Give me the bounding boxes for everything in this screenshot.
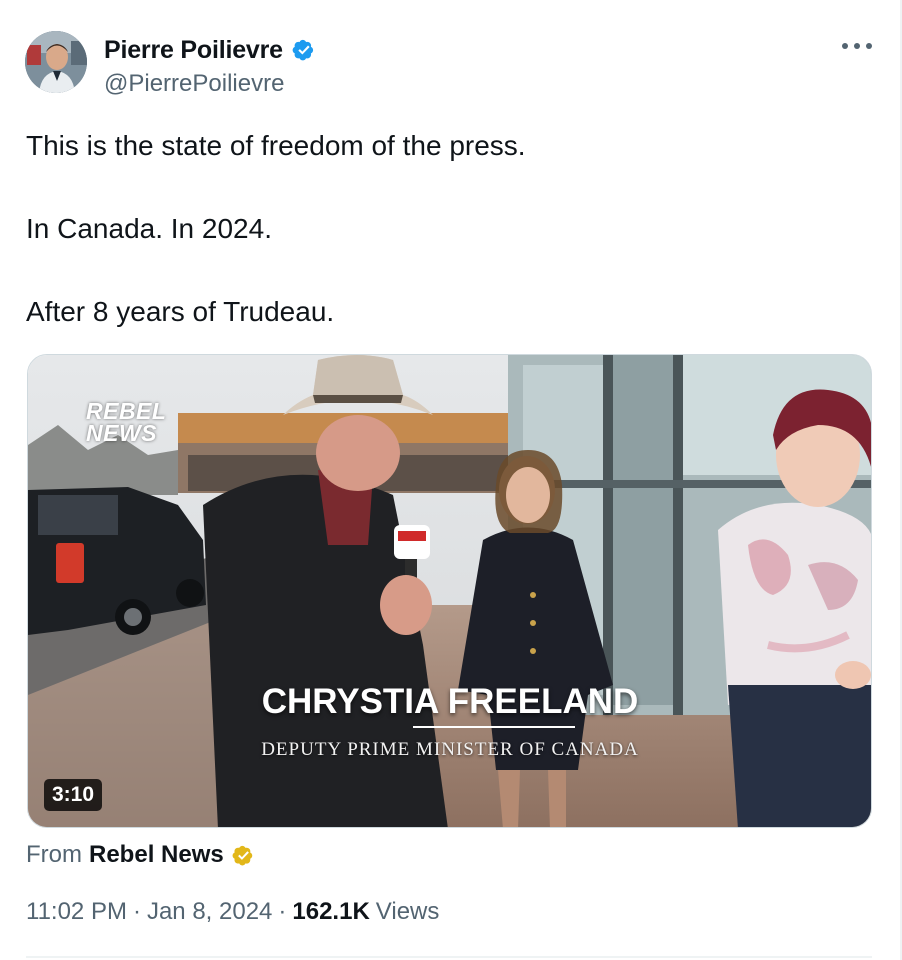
- rebel-news-logo: REBEL NEWS: [86, 398, 167, 446]
- dot: [842, 43, 848, 49]
- tweet-time[interactable]: 11:02 PM: [26, 898, 127, 926]
- avatar-image: [25, 31, 87, 93]
- meta-separator: ·: [278, 898, 287, 925]
- attribution-prefix: From: [26, 841, 82, 868]
- author-block: Pierre Poilievre @PierrePoilievre: [104, 34, 317, 98]
- avatar[interactable]: [25, 31, 87, 93]
- caption-divider: [413, 726, 575, 728]
- author-handle[interactable]: @PierrePoilievre: [104, 70, 317, 98]
- video-duration-badge: 3:10: [44, 779, 103, 811]
- tweet-meta: 11:02 PM · Jan 8, 2024 · 162.1K Views: [26, 898, 439, 926]
- tweet-text: This is the state of freedom of the pres…: [26, 128, 866, 330]
- video-player[interactable]: REBEL NEWS CHRYSTIA FREELAND DEPUTY PRIM…: [27, 354, 872, 828]
- tweet-date[interactable]: Jan 8, 2024: [147, 898, 272, 926]
- bottom-divider: [26, 956, 872, 958]
- tweet-card: Pierre Poilievre @PierrePoilievre This i…: [0, 0, 902, 960]
- dot: [866, 43, 872, 49]
- more-options-icon[interactable]: [842, 38, 872, 54]
- attribution-source-link[interactable]: Rebel News: [89, 841, 224, 869]
- meta-separator: ·: [132, 898, 141, 925]
- tweet-line: This is the state of freedom of the pres…: [26, 130, 526, 161]
- views-label: Views: [375, 898, 440, 925]
- gold-verified-badge-icon[interactable]: [231, 843, 256, 868]
- views-count: 162.1K: [292, 898, 370, 925]
- logo-line: REBEL: [86, 398, 167, 424]
- tweet-line: After 8 years of Trudeau.: [26, 296, 335, 327]
- tweet-line: In Canada. In 2024.: [26, 213, 272, 244]
- verified-badge-icon[interactable]: [291, 37, 317, 63]
- logo-line: NEWS: [86, 420, 157, 446]
- video-caption-name: CHRYSTIA FREELAND: [261, 682, 639, 721]
- video-caption-title: DEPUTY PRIME MINISTER OF CANADA: [261, 739, 639, 760]
- author-display-name[interactable]: Pierre Poilievre: [104, 36, 283, 65]
- name-row: Pierre Poilievre: [104, 34, 317, 66]
- dot: [854, 43, 860, 49]
- media-attribution: From Rebel News: [26, 838, 256, 872]
